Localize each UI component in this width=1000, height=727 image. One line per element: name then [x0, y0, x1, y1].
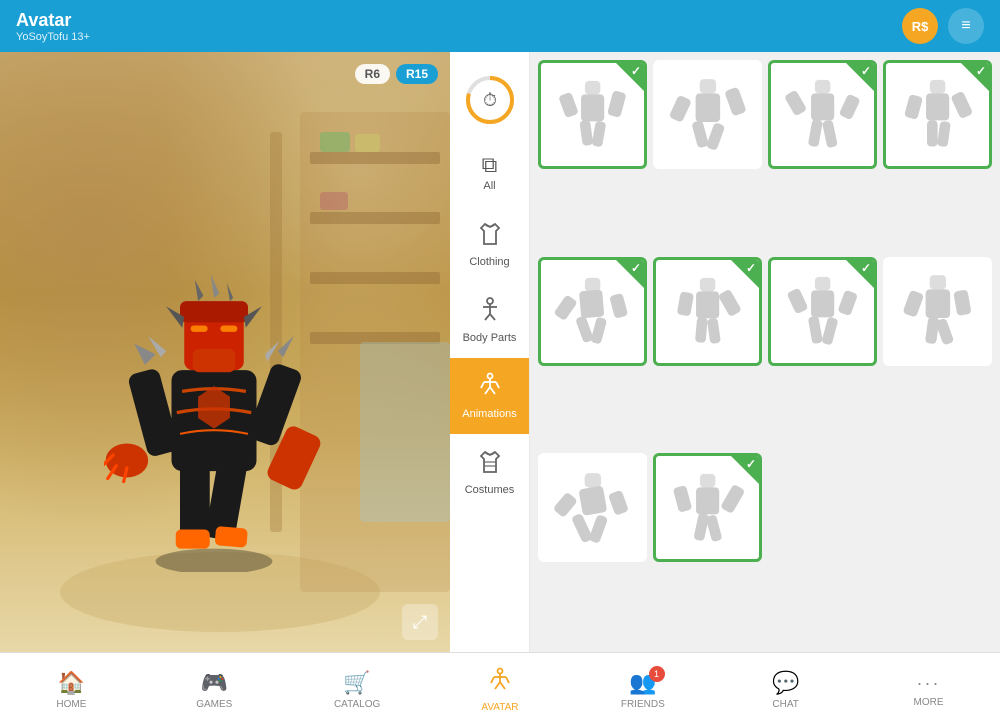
friends-icon: 👥 1 [629, 670, 656, 696]
r6-badge[interactable]: R6 [355, 64, 390, 84]
sidebar-body-parts-label: Body Parts [463, 332, 517, 344]
sidebar-animations-label: Animations [462, 408, 516, 420]
recent-ring-container: ⏱ [464, 74, 516, 126]
animation-grid [530, 52, 1000, 652]
sidebar-item-recent[interactable]: ⏱ [450, 60, 529, 140]
costumes-icon [476, 448, 504, 480]
grid-item-1[interactable] [538, 60, 647, 169]
sidebar-item-costumes[interactable]: Costumes [450, 434, 529, 510]
chat-icon: 💬 [772, 670, 799, 696]
menu-icon: ≡ [961, 17, 970, 35]
sidebar-item-animations[interactable]: Animations [450, 358, 529, 434]
sidebar-all-label: All [483, 180, 495, 192]
grid-item-5[interactable] [538, 257, 647, 366]
grid-empty-2 [883, 453, 992, 644]
robux-button[interactable]: R$ [902, 8, 938, 44]
app-header: Avatar YoSoyTofu 13+ R$ ≡ [0, 0, 1000, 52]
sidebar-clothing-label: Clothing [469, 256, 509, 268]
bottom-nav-chat[interactable]: 💬 CHAT [751, 670, 821, 710]
bottom-nav-catalog[interactable]: 🛒 CATALOG [322, 670, 392, 710]
bottom-nav-more[interactable]: ··· MORE [893, 673, 963, 708]
grid-item-4[interactable] [883, 60, 992, 169]
recent-progress-ring: ⏱ [464, 74, 516, 126]
catalog-icon: 🛒 [343, 670, 370, 696]
header-title-area: Avatar YoSoyTofu 13+ [16, 10, 90, 43]
animation-figure-10 [669, 469, 746, 546]
friends-badge-count: 1 [649, 666, 665, 682]
header-actions: R$ ≡ [902, 8, 984, 44]
sidebar-item-all[interactable]: ⧉ All [450, 140, 529, 206]
home-label: HOME [56, 699, 86, 710]
username-subtitle: YoSoyTofu 13+ [16, 31, 90, 43]
bottom-nav-avatar[interactable]: AVATAR [465, 667, 535, 713]
grid-item-3[interactable] [768, 60, 877, 169]
clothing-icon [476, 220, 504, 252]
avatar-nav-label: AVATAR [481, 702, 518, 713]
grid-item-10[interactable] [653, 453, 762, 562]
home-icon: 🏠 [58, 670, 85, 696]
menu-button[interactable]: ≡ [948, 8, 984, 44]
sidebar-item-clothing[interactable]: Clothing [450, 206, 529, 282]
r15-badge[interactable]: R15 [396, 64, 438, 84]
grid-empty-1 [768, 453, 877, 644]
chat-label: CHAT [772, 699, 798, 710]
main-content: R6 R15 [0, 52, 1000, 652]
svg-text:⏱: ⏱ [482, 90, 496, 110]
grid-item-2[interactable] [653, 60, 762, 169]
more-label: MORE [913, 697, 943, 708]
grid-item-9[interactable] [538, 453, 647, 562]
animation-figure-7 [784, 273, 861, 350]
games-icon: 🎮 [201, 670, 228, 696]
avatar-character [104, 232, 324, 572]
sidebar-item-body-parts[interactable]: Body Parts [450, 282, 529, 358]
animation-figure-5 [554, 273, 631, 350]
body-parts-icon [476, 296, 504, 328]
bottom-nav-home[interactable]: 🏠 HOME [36, 670, 106, 710]
grid-item-8[interactable] [883, 257, 992, 366]
animation-figure-8 [897, 270, 979, 352]
sidebar-costumes-label: Costumes [465, 484, 515, 496]
page-title: Avatar [16, 10, 90, 31]
animations-icon [476, 372, 504, 404]
animation-figure-3 [784, 76, 861, 153]
expand-button[interactable]: ⤢ [402, 604, 438, 640]
friends-label: FRIENDS [621, 699, 665, 710]
grid-item-7[interactable] [768, 257, 877, 366]
grid-item-6[interactable] [653, 257, 762, 366]
expand-icon: ⤢ [413, 612, 427, 633]
bottom-nav-friends[interactable]: 👥 1 FRIENDS [608, 670, 678, 710]
avatar-viewport: R6 R15 [0, 52, 450, 652]
animation-figure-9 [552, 467, 634, 549]
animation-figure-6 [669, 273, 746, 350]
animation-figure-2 [667, 74, 749, 156]
all-icon: ⧉ [482, 154, 498, 176]
games-label: GAMES [196, 699, 232, 710]
catalog-label: CATALOG [334, 699, 380, 710]
animation-figure-4 [899, 76, 976, 153]
bottom-navigation: 🏠 HOME 🎮 GAMES 🛒 CATALOG AVATAR 👥 1 [0, 652, 1000, 727]
avatar-nav-icon [487, 667, 513, 699]
bottom-nav-games[interactable]: 🎮 GAMES [179, 670, 249, 710]
sidebar-navigation: ⏱ ⧉ All Clothing [450, 52, 530, 652]
animation-figure-1 [554, 76, 631, 153]
more-icon: ··· [916, 673, 940, 694]
